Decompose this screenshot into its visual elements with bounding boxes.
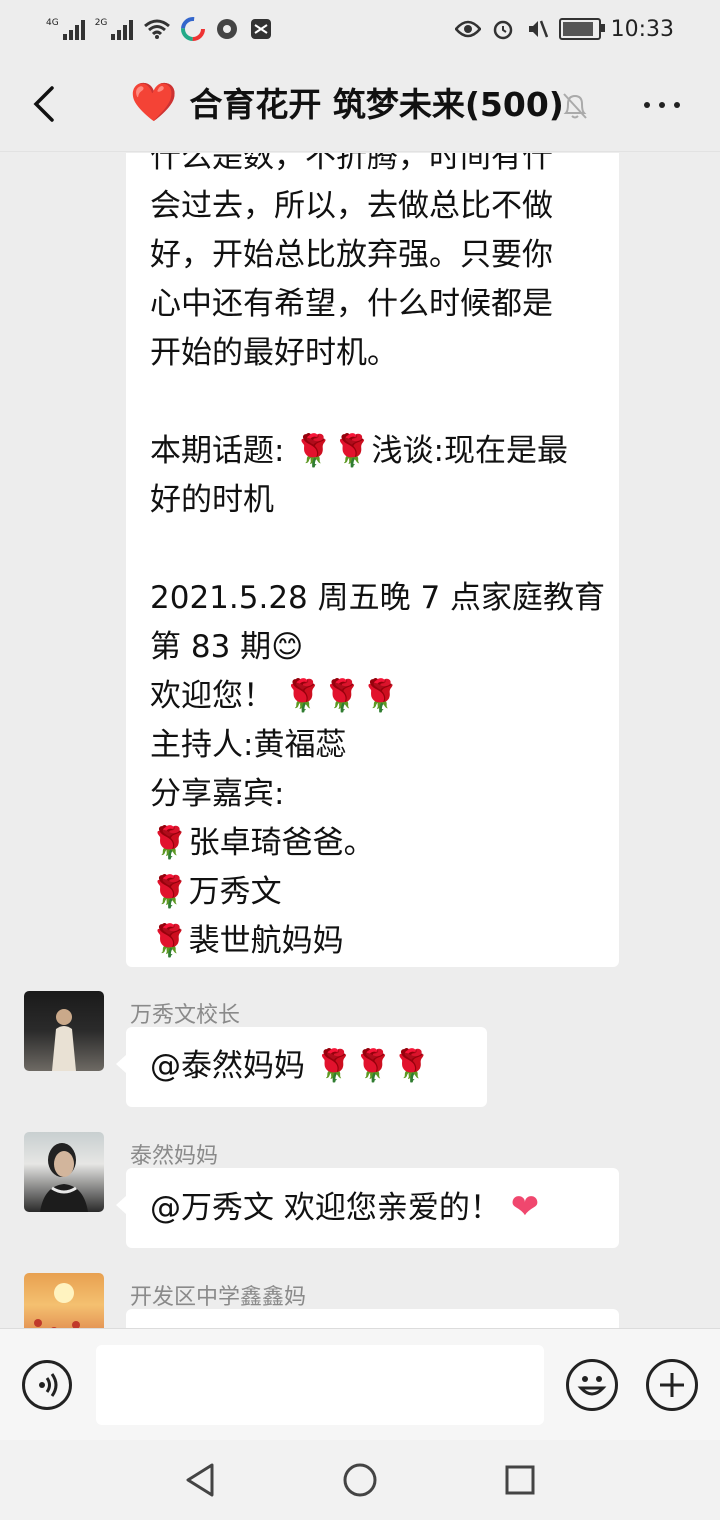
message-line: 分享嘉宾: <box>150 776 285 812</box>
chat-title: ❤️ 合育花开 筑梦未来(500) <box>130 78 564 126</box>
voice-icon[interactable] <box>22 1360 72 1410</box>
sender-name: 万秀文校长 <box>130 1003 241 1028</box>
message-line: 2021.5.28 周五晚 7 点家庭教育 <box>150 580 606 616</box>
avatar[interactable] <box>24 991 104 1071</box>
message-bubble[interactable] <box>126 1309 619 1328</box>
eye-icon <box>454 20 481 38</box>
status-left: 4G 2G <box>46 17 273 41</box>
chevron-left-icon[interactable] <box>26 82 66 126</box>
sender-name: 泰然妈妈 <box>130 1144 219 1169</box>
mute-icon <box>528 20 548 38</box>
clock: 10:33 <box>610 16 674 42</box>
message-line <box>150 378 597 427</box>
status-bar: 4G 2G 10:33 <box>0 0 720 58</box>
signal-icon: 2G <box>95 18 134 40</box>
plus-icon[interactable] <box>646 1359 698 1411</box>
system-nav-bar <box>0 1440 720 1520</box>
message-line: 本期话题: 🌹🌹浅谈:现在是最 <box>150 433 568 469</box>
wifi-icon <box>144 19 171 39</box>
message-line: 🌹裴世航妈妈 <box>150 923 344 959</box>
square-recent-icon[interactable] <box>504 1464 536 1496</box>
more-icon[interactable] <box>644 102 680 108</box>
triangle-back-icon[interactable] <box>184 1462 218 1498</box>
sender-name: 开发区中学鑫鑫妈 <box>130 1285 307 1310</box>
group-name: 合育花开 筑梦未来(500) <box>189 85 564 124</box>
circle-home-icon[interactable] <box>342 1462 378 1498</box>
alarm-icon <box>493 20 512 40</box>
avatar[interactable] <box>24 1132 104 1212</box>
heart-icon: ❤️ <box>130 79 178 124</box>
bell-off-icon <box>563 93 587 119</box>
battery-icon <box>558 18 605 40</box>
bubble-tail <box>116 1055 126 1073</box>
message-line: 心中还有希望，什么时候都是 <box>150 286 553 322</box>
status-right: 10:33 <box>454 16 674 42</box>
message-line: 好的时机 <box>150 482 274 518</box>
heart-emoji: ❤ <box>510 1187 540 1227</box>
message-line: 第 83 期😊 <box>150 629 304 665</box>
message-line: 🌹张卓琦爸爸。 <box>150 825 375 861</box>
message-bubble[interactable]: @万秀文 欢迎您亲爱的！ ❤ <box>126 1168 619 1248</box>
message-text: 什么是数，不折腾，时间有什会过去，所以，去做总比不做 好，开始总比放弃强。只要你心… <box>150 153 606 966</box>
input-bar <box>0 1328 720 1441</box>
message-line: 🌹万秀文 <box>150 874 282 910</box>
app-icon <box>217 19 238 39</box>
message-text: @泰然妈妈 🌹🌹🌹 <box>150 1048 431 1084</box>
message-bubble[interactable]: 什么是数，不折腾，时间有什会过去，所以，去做总比不做 好，开始总比放弃强。只要你心… <box>126 153 619 967</box>
chat-header: ❤️ 合育花开 筑梦未来(500) <box>0 58 720 152</box>
message-line: 欢迎您！ 🌹🌹🌹 <box>150 678 400 714</box>
signal-icon: 4G <box>46 18 85 40</box>
message-text: @万秀文 欢迎您亲爱的！ <box>150 1190 501 1226</box>
message-line <box>150 525 597 574</box>
chat-area[interactable]: 什么是数，不折腾，时间有什会过去，所以，去做总比不做 好，开始总比放弃强。只要你心… <box>0 153 720 1328</box>
message-line: 开始的最好时机。 <box>150 335 398 371</box>
app-icon <box>181 17 206 41</box>
message-bubble[interactable]: @泰然妈妈 🌹🌹🌹 <box>126 1027 487 1107</box>
avatar[interactable] <box>24 1273 104 1328</box>
message-line: 会过去，所以，去做总比不做 <box>150 188 553 224</box>
message-line: 什么是数，不折腾，时间有什 <box>150 153 553 175</box>
emoji-icon[interactable] <box>566 1359 618 1411</box>
app-icon <box>251 19 272 39</box>
bubble-tail <box>116 1196 126 1214</box>
message-input[interactable] <box>96 1345 544 1425</box>
message-line: 主持人:黄福蕊 <box>150 727 347 763</box>
message-line: 好，开始总比放弃强。只要你 <box>150 237 553 273</box>
